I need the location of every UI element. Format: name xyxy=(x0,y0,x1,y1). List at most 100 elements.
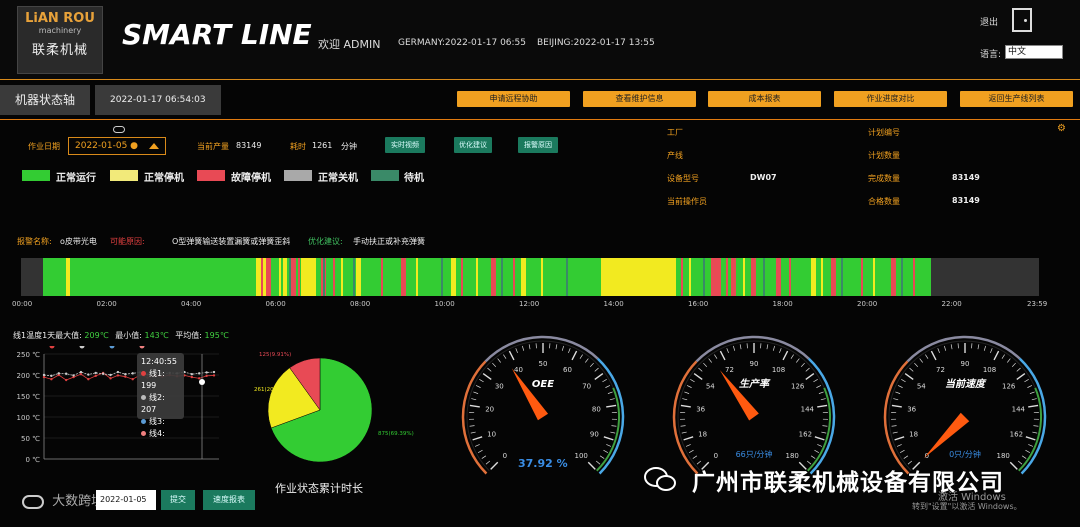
gauge-tick xyxy=(1031,398,1037,401)
gauge-tick xyxy=(977,344,980,350)
timeline-segment xyxy=(726,258,728,296)
legend-swatch-fault xyxy=(197,170,225,181)
temperature-line-chart[interactable]: 250 ℃ 200 ℃ 150 ℃ 100 ℃ 50 ℃ 0 ℃ xyxy=(14,346,224,491)
status-timeline[interactable] xyxy=(21,258,1039,296)
gauge-tick-label: 72 xyxy=(725,366,734,374)
gauge-tick xyxy=(818,391,824,394)
gauge-tick xyxy=(1025,436,1036,441)
pie-label: 875(69.39%) xyxy=(378,431,414,437)
optimize-advice-button[interactable]: 优化建议 xyxy=(454,137,492,153)
gauge-unit: 0只/分钟 xyxy=(949,449,981,459)
series-point xyxy=(205,374,208,378)
series-point xyxy=(116,374,120,377)
series-dot-icon xyxy=(141,431,146,436)
gauge-tick xyxy=(681,431,687,434)
maintenance-info-button[interactable]: 查看维护信息 xyxy=(583,91,696,107)
gauge-tick xyxy=(897,385,903,388)
series-point xyxy=(64,378,68,382)
alarm-name-label: 报警名称: xyxy=(17,237,52,246)
cost-report-button[interactable]: 成本报表 xyxy=(708,91,821,107)
series-dot-icon xyxy=(141,395,146,400)
timeline-segment xyxy=(526,258,601,296)
company-logo: LiAN ROU machinery 联柔机械 xyxy=(17,6,103,74)
timeline-tick-label: 22:00 xyxy=(941,300,962,308)
gauge-tick-label: 20 xyxy=(485,406,494,414)
remote-assist-button[interactable]: 申请远程协助 xyxy=(457,91,570,107)
plan-qty-label: 计划数量 xyxy=(868,151,900,160)
timeline-segment xyxy=(66,258,70,296)
gauge-tick xyxy=(1027,385,1033,388)
gauge-tick xyxy=(682,398,688,401)
gauge-tick xyxy=(611,425,617,427)
series-point xyxy=(109,377,112,380)
gauge-tick-label: 54 xyxy=(917,382,926,390)
series-point xyxy=(87,378,90,381)
gauge-tick xyxy=(470,431,476,434)
realtime-video-button[interactable]: 实时视频 xyxy=(385,137,425,153)
timeline-segment xyxy=(816,258,831,296)
germany-time: GERMANY:2022-01-17 06:55 xyxy=(398,38,527,48)
footer-date-input[interactable]: 2022-01-05 xyxy=(96,490,156,510)
gauge-tick xyxy=(817,444,823,447)
speed-report-button[interactable]: 速度报表 xyxy=(203,490,255,510)
door-exit-icon[interactable] xyxy=(1012,8,1032,32)
tab-machine-status-axis[interactable]: 机器状态轴 xyxy=(0,85,90,115)
gauge-tick-label: 90 xyxy=(590,431,599,439)
triangle-up-icon xyxy=(149,143,159,149)
windows-activate-hint: 转到"设置"以激活 Windows。 xyxy=(912,502,1022,511)
gauge-tick xyxy=(473,391,479,394)
series-point xyxy=(101,372,105,375)
gauge-tick xyxy=(816,385,822,388)
timeline-segment xyxy=(289,258,291,296)
timeline-segment xyxy=(789,258,791,296)
back-to-lines-button[interactable]: 返回生产线列表 xyxy=(960,91,1073,107)
timeline-segment xyxy=(298,258,300,296)
alarm-reason-button[interactable]: 报警原因 xyxy=(518,137,558,153)
gauge-tick xyxy=(477,449,483,453)
gauge-tick xyxy=(1021,455,1027,459)
line-label: 产线 xyxy=(667,151,683,160)
exit-link[interactable]: 退出 xyxy=(980,15,998,28)
gauge-tick xyxy=(1011,362,1016,367)
timeline-segment xyxy=(811,258,816,296)
series-dot-icon xyxy=(141,419,146,424)
logo-line2: machinery xyxy=(38,26,82,35)
series-point xyxy=(109,373,112,377)
legend-swatch-stopped xyxy=(110,170,138,181)
date-select[interactable]: 2022-01-05 ● xyxy=(68,137,166,155)
gauge-tick xyxy=(692,455,698,459)
gauge-tick xyxy=(817,404,828,408)
gauge-tick xyxy=(579,354,583,359)
timeline-segment xyxy=(831,258,836,296)
gauge-tick xyxy=(595,460,601,465)
legend-label-running: 正常运行 xyxy=(56,173,96,184)
gauge-tick xyxy=(688,449,694,453)
language-select[interactable]: 中文 xyxy=(1005,45,1063,59)
gauge-tick xyxy=(990,348,993,353)
legend-swatch-running xyxy=(22,170,50,181)
gauge-tick xyxy=(585,358,589,363)
progress-compare-button[interactable]: 作业进度对比 xyxy=(834,91,947,107)
gear-icon[interactable]: ⚙ xyxy=(1057,123,1066,134)
y-tick-label: 100 ℃ xyxy=(17,414,41,422)
factory-label: 工厂 xyxy=(667,128,683,137)
gauge-arc xyxy=(1018,387,1042,472)
gauge-tick xyxy=(684,391,690,394)
status-duration-pie[interactable]: 125(9.91%) 261(20.70%) 875(69.39%) xyxy=(254,338,464,478)
timeline-segment xyxy=(353,258,355,296)
alarm-advice-label: 优化建议: xyxy=(308,237,343,246)
series-point xyxy=(94,371,97,375)
timeline-segment xyxy=(401,258,406,296)
gauge-tick xyxy=(950,344,953,350)
output-label: 当前产量 xyxy=(197,142,229,151)
tooltip-line4: 线4: xyxy=(141,428,180,440)
watermark: 大数跨境 xyxy=(0,490,104,509)
series-point xyxy=(190,375,194,379)
gauge-tick xyxy=(925,354,929,359)
submit-button[interactable]: 提交 xyxy=(161,490,195,510)
gauge-needle xyxy=(719,370,759,421)
legend-label-fault: 故障停机 xyxy=(231,173,271,184)
series-point xyxy=(212,374,216,377)
pie-title: 作业状态累计时长 xyxy=(275,482,363,495)
tooltip-line2: 线2: 207 xyxy=(141,393,165,414)
